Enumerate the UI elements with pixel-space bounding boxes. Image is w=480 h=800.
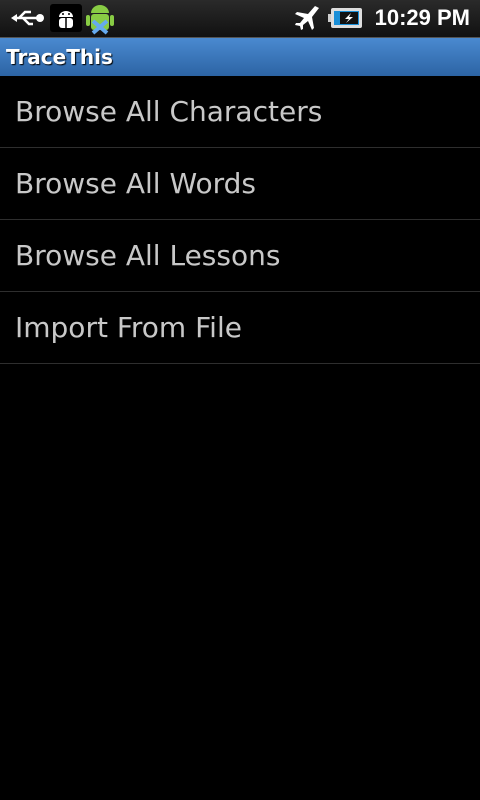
debug-icon — [50, 4, 82, 32]
status-bar: 10:29 PM — [0, 0, 480, 38]
menu-item-browse-words[interactable]: Browse All Words — [0, 148, 480, 220]
app-title: TraceThis — [0, 38, 480, 76]
menu-item-browse-lessons[interactable]: Browse All Lessons — [0, 220, 480, 292]
menu-item-browse-characters[interactable]: Browse All Characters — [0, 76, 480, 148]
app-notification-icon — [84, 0, 116, 37]
battery-charging-icon — [328, 4, 364, 32]
airplane-mode-icon — [292, 4, 322, 32]
status-time: 10:29 PM — [374, 5, 470, 30]
menu-item-import-file[interactable]: Import From File — [0, 292, 480, 364]
menu-list: Browse All Characters Browse All Words B… — [0, 76, 480, 364]
usb-icon — [10, 4, 46, 32]
